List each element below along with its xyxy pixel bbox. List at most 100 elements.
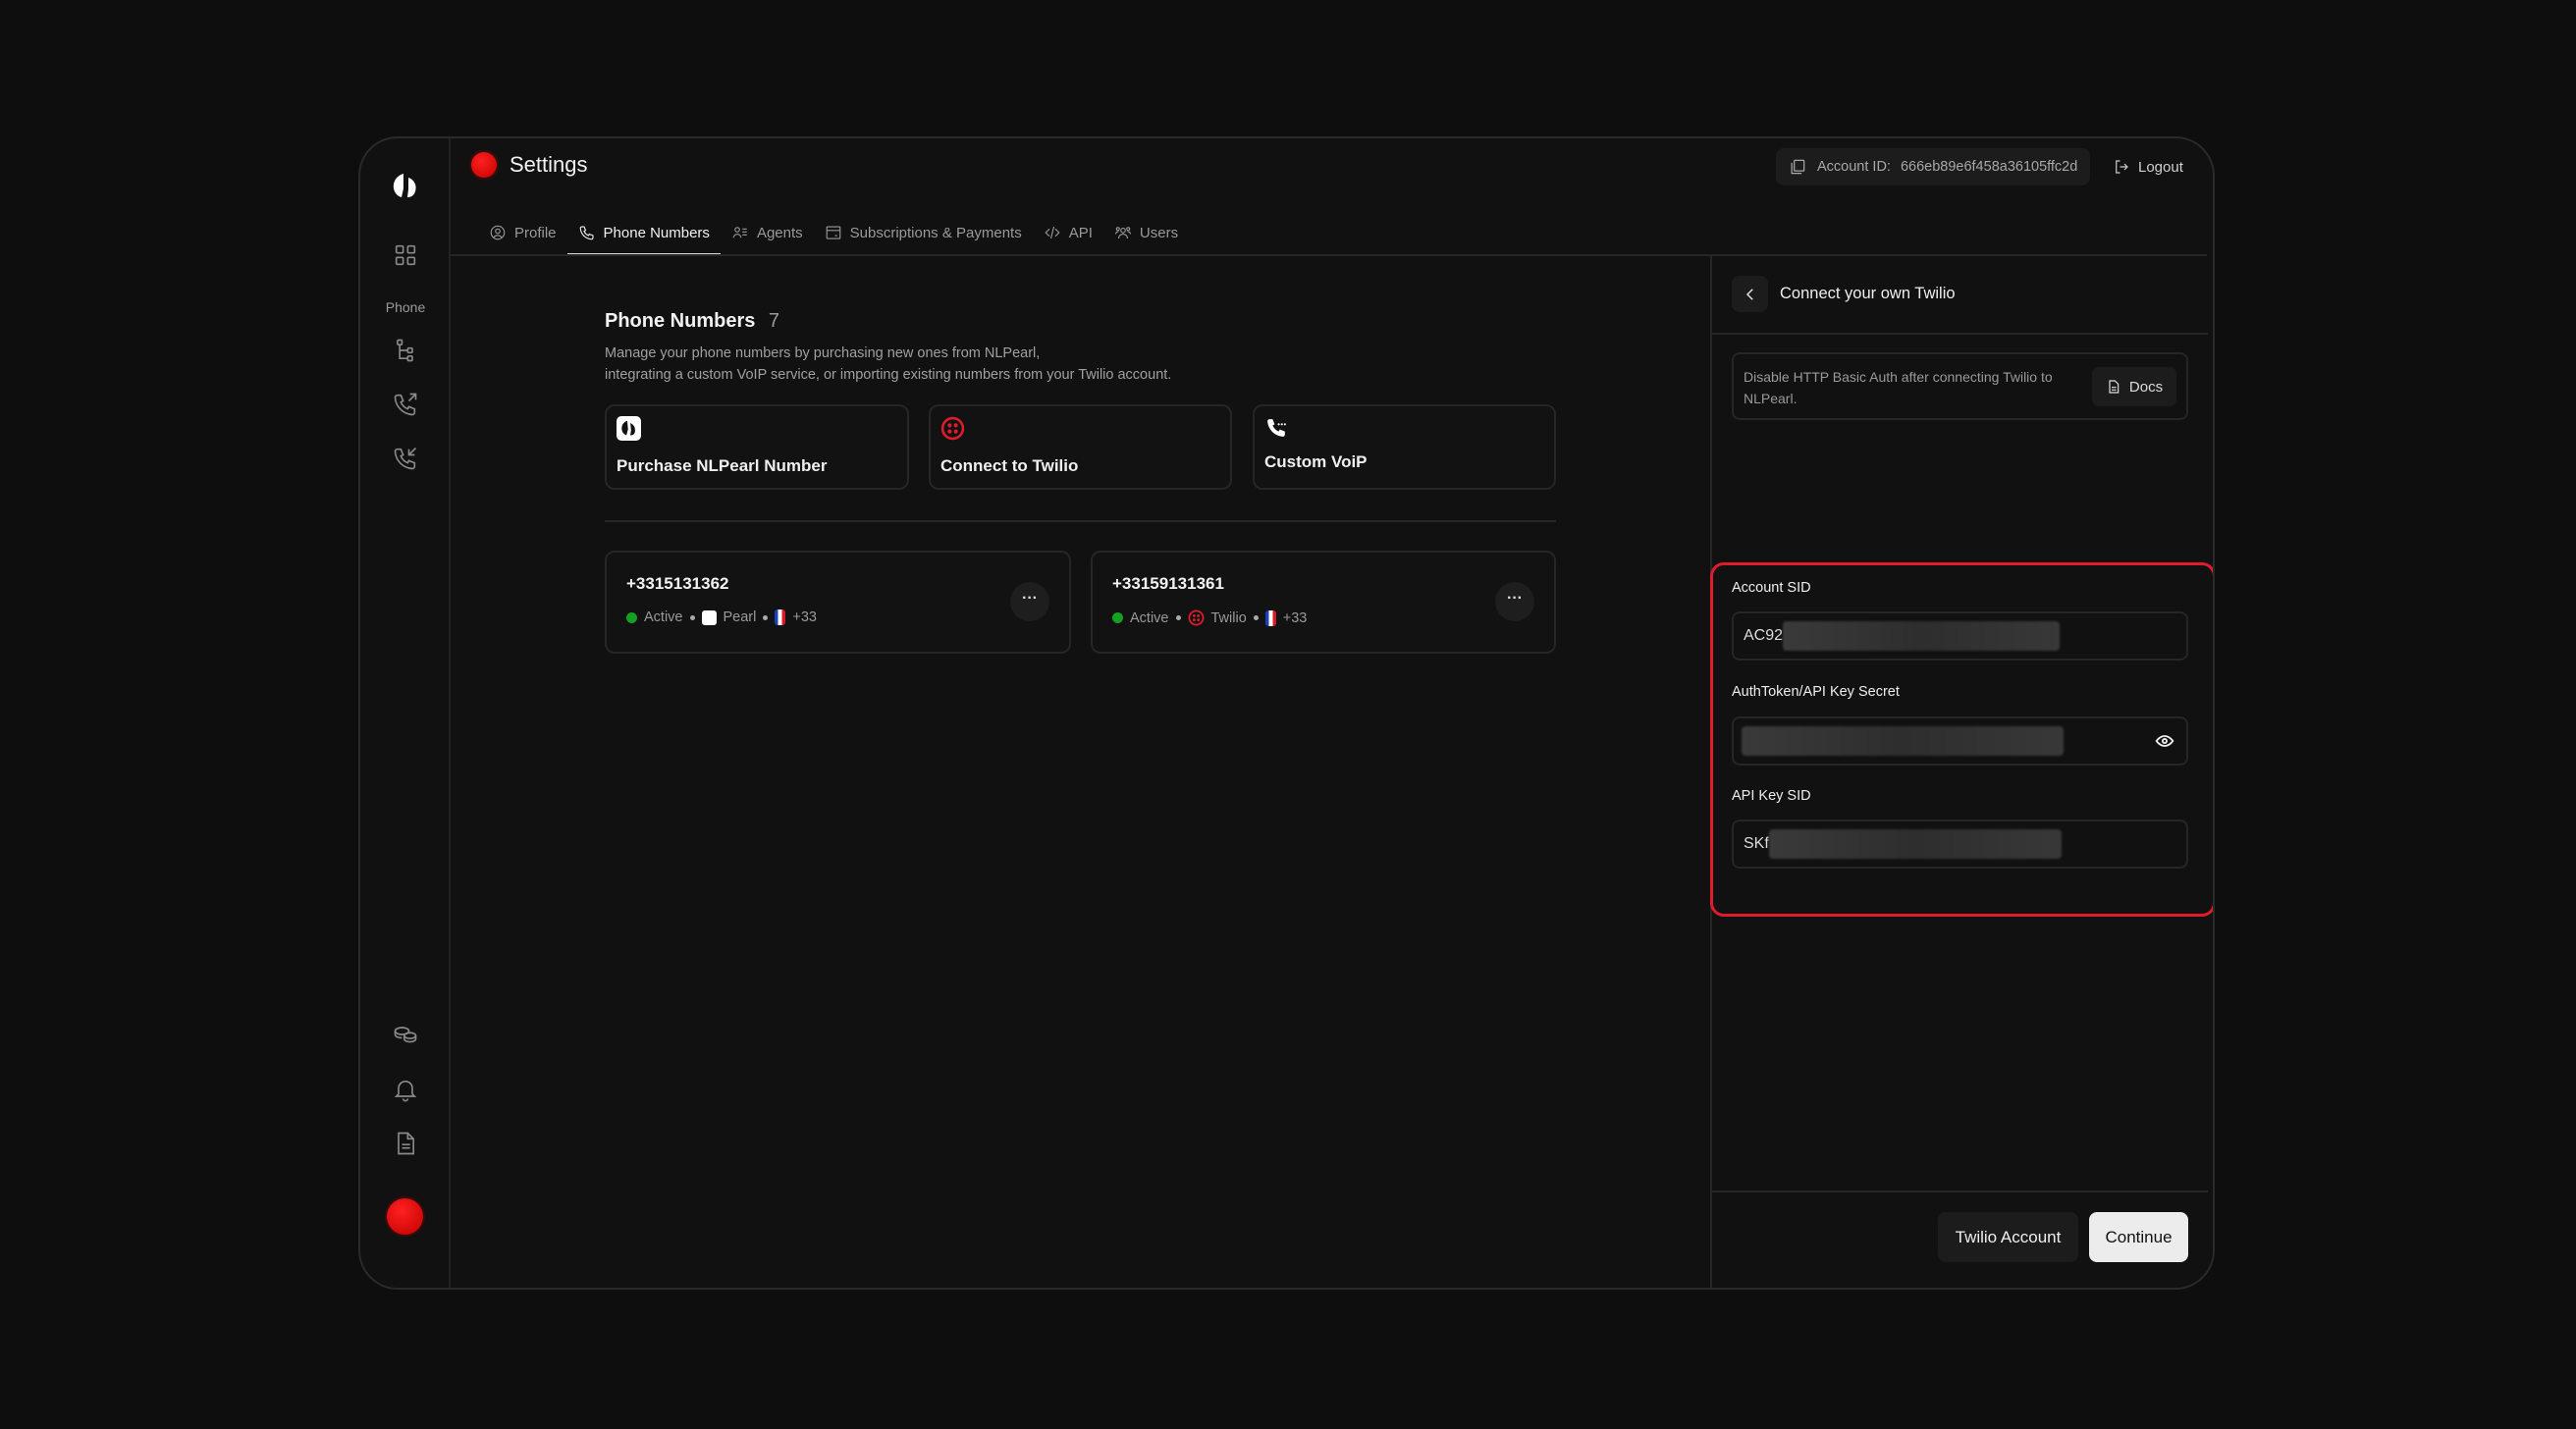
- credits-coins-icon[interactable]: [392, 1021, 419, 1048]
- panel-header-divider: [1712, 333, 2208, 335]
- panel-title: Connect your own Twilio: [1780, 285, 1956, 303]
- chevron-left-icon: [1742, 286, 1759, 303]
- inbound-call-icon[interactable]: [392, 445, 419, 472]
- purchase-nlpearl-number-card[interactable]: Purchase NLPearl Number: [605, 404, 909, 490]
- agents-icon: [731, 224, 749, 241]
- tab-label: Agents: [757, 225, 803, 241]
- notifications-bell-icon[interactable]: [392, 1076, 419, 1103]
- phone-number-card[interactable]: +33159131361 Active Twilio +33 ···: [1091, 551, 1556, 654]
- country-code: +33: [1283, 610, 1308, 626]
- twilio-provider-icon: [1188, 609, 1205, 626]
- flow-tree-icon[interactable]: [392, 337, 419, 364]
- card-icon: [825, 224, 842, 241]
- tab-phone-numbers[interactable]: Phone Numbers: [567, 211, 721, 254]
- numbers-count: 7: [769, 310, 779, 332]
- section-title: Phone Numbers: [605, 310, 755, 332]
- phone-number-meta: Active Twilio +33: [1112, 609, 1307, 626]
- tab-agents[interactable]: Agents: [721, 211, 814, 254]
- phone-number: +3315131362: [626, 574, 728, 594]
- option-label: Custom VoiP: [1264, 452, 1368, 472]
- account-sid-value: AC92: [1744, 627, 1783, 645]
- auth-token-input[interactable]: [1732, 716, 2188, 766]
- description-line: integrating a custom VoIP service, or im…: [605, 364, 1171, 386]
- dashboard-grid-icon[interactable]: [392, 241, 419, 269]
- logout-label: Logout: [2138, 159, 2183, 176]
- phone-icon: [578, 224, 596, 241]
- back-button[interactable]: [1732, 276, 1768, 312]
- account-sid-input[interactable]: AC92: [1732, 611, 2188, 661]
- sidebar: Phone: [360, 138, 451, 1288]
- sidebar-section-label: Phone: [360, 299, 451, 315]
- separator-dot: [1176, 615, 1181, 620]
- users-icon: [1114, 224, 1132, 241]
- provider-label: Pearl: [724, 609, 757, 625]
- docs-button[interactable]: Docs: [2092, 367, 2176, 406]
- twilio-account-button[interactable]: Twilio Account: [1938, 1212, 2078, 1262]
- pearl-provider-icon: [702, 610, 717, 625]
- nlpearl-logo[interactable]: [390, 170, 421, 201]
- notice-text: Disable HTTP Basic Auth after connecting…: [1744, 366, 2077, 409]
- france-flag-icon: [775, 609, 785, 625]
- status-label: Active: [1130, 610, 1169, 626]
- nlpearl-logo-icon: [617, 416, 641, 441]
- account-id-copy-button[interactable]: Account ID: 666eb89e6f458a36105ffc2d: [1776, 148, 2090, 185]
- phone-dots-icon: [1264, 416, 1289, 441]
- tab-users[interactable]: Users: [1103, 211, 1189, 254]
- tab-label: Phone Numbers: [604, 225, 710, 241]
- phone-number-card[interactable]: +3315131362 Active Pearl +33 ···: [605, 551, 1071, 654]
- twilio-panel: Connect your own Twilio Disable HTTP Bas…: [1712, 256, 2208, 1290]
- outbound-call-icon[interactable]: [392, 391, 419, 418]
- api-key-sid-value: SKf: [1744, 835, 1769, 853]
- redacted-value: [1783, 621, 2060, 651]
- separator-dot: [763, 615, 768, 620]
- country-code: +33: [792, 609, 817, 625]
- redacted-value: [1769, 829, 2062, 859]
- tab-profile[interactable]: Profile: [478, 211, 567, 254]
- redacted-value: [1742, 726, 2064, 756]
- option-label: Purchase NLPearl Number: [617, 456, 827, 476]
- copy-icon: [1788, 157, 1807, 177]
- tab-api[interactable]: API: [1033, 211, 1103, 254]
- app-window: Phone Settings Account ID: 666eb89e6f458…: [358, 136, 2215, 1290]
- active-status-dot: [1112, 612, 1123, 623]
- tab-label: API: [1069, 225, 1093, 241]
- document-icon: [2106, 379, 2121, 395]
- connect-to-twilio-card[interactable]: Connect to Twilio: [929, 404, 1232, 490]
- twilio-logo-icon: [940, 416, 965, 441]
- user-circle-icon: [489, 224, 507, 241]
- tab-subscriptions-payments[interactable]: Subscriptions & Payments: [814, 211, 1033, 254]
- status-label: Active: [644, 609, 683, 625]
- settings-tabs: Profile Phone Numbers Agents Subscriptio…: [478, 211, 1189, 254]
- option-label: Connect to Twilio: [940, 456, 1078, 476]
- documents-icon[interactable]: [392, 1130, 419, 1157]
- panel-footer-divider: [1712, 1191, 2208, 1192]
- logout-button[interactable]: Logout: [2113, 148, 2183, 185]
- account-sid-label: Account SID: [1732, 580, 1811, 596]
- phone-number-meta: Active Pearl +33: [626, 609, 817, 625]
- france-flag-icon: [1265, 610, 1276, 626]
- docs-label: Docs: [2129, 379, 2163, 396]
- api-key-sid-label: API Key SID: [1732, 788, 1811, 804]
- user-avatar[interactable]: [387, 1198, 423, 1235]
- separator-dot: [690, 615, 695, 620]
- provider-label: Twilio: [1211, 610, 1247, 626]
- page-title: Settings: [510, 152, 588, 178]
- account-id-value: 666eb89e6f458a36105ffc2d: [1901, 159, 2077, 175]
- custom-voip-card[interactable]: Custom VoiP: [1253, 404, 1556, 490]
- tab-label: Profile: [514, 225, 557, 241]
- logout-icon: [2113, 158, 2130, 176]
- api-key-sid-input[interactable]: SKf: [1732, 820, 2188, 869]
- description-line: Manage your phone numbers by purchasing …: [605, 343, 1171, 364]
- section-heading: Phone Numbers 7: [605, 310, 779, 333]
- active-status-dot: [626, 612, 637, 623]
- account-id-label: Account ID:: [1817, 159, 1891, 175]
- settings-icon-dot: [471, 152, 497, 178]
- phone-number: +33159131361: [1112, 574, 1224, 594]
- code-icon: [1044, 224, 1061, 241]
- more-options-button[interactable]: ···: [1495, 582, 1534, 621]
- continue-button[interactable]: Continue: [2089, 1212, 2188, 1262]
- more-options-button[interactable]: ···: [1010, 582, 1049, 621]
- section-description: Manage your phone numbers by purchasing …: [605, 343, 1171, 386]
- tab-label: Subscriptions & Payments: [850, 225, 1022, 241]
- eye-icon[interactable]: [2155, 731, 2174, 751]
